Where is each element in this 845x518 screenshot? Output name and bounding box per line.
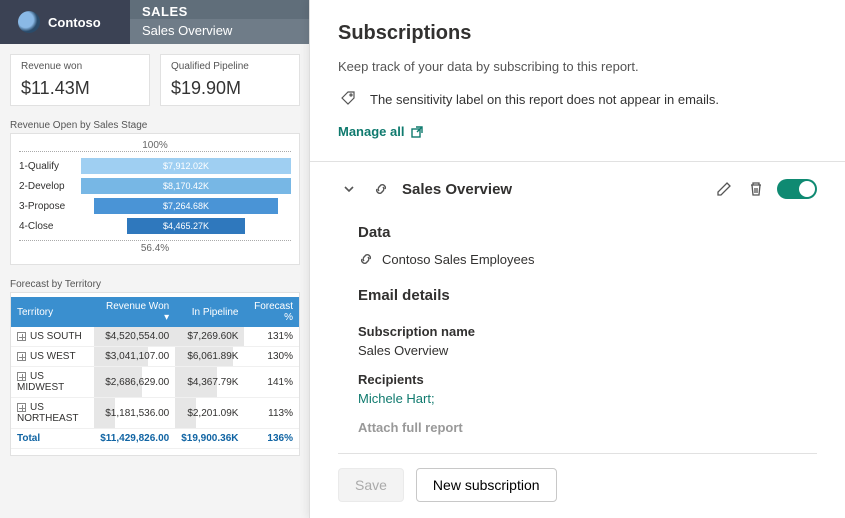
link-icon <box>358 251 374 267</box>
attach-label: Attach full report <box>358 420 817 435</box>
brand: Contoso <box>0 0 130 44</box>
data-value: Contoso Sales Employees <box>382 252 534 267</box>
sensitivity-text: The sensitivity label on this report doe… <box>370 92 719 107</box>
panel-subtitle: Keep track of your data by subscribing t… <box>338 59 817 74</box>
panel-title: Subscriptions <box>338 22 817 45</box>
subscription-title: Sales Overview <box>402 181 703 198</box>
expand-icon[interactable] <box>17 332 26 341</box>
enabled-toggle[interactable] <box>777 179 817 199</box>
stage-chart-title: Revenue Open by Sales Stage <box>10 116 300 133</box>
card-label: Revenue won <box>21 61 139 72</box>
bar-label: 3-Propose <box>19 201 75 212</box>
link-icon <box>370 178 392 200</box>
bar-row[interactable]: 2-Develop $8,170.42K <box>19 178 291 194</box>
card-value: $11.43M <box>21 78 139 99</box>
top-pct: 100% <box>19 140 291 152</box>
name-value: Sales Overview <box>358 343 817 358</box>
card-value: $19.90M <box>171 78 289 99</box>
brand-name: Contoso <box>48 15 101 30</box>
bar-row[interactable]: 4-Close $4,465.27K <box>19 218 291 234</box>
email-heading: Email details <box>358 287 817 304</box>
forecast-title: Forecast by Territory <box>10 275 300 292</box>
stage-chart[interactable]: 100% 1-Qualify $7,912.02K 2-Develop $8,17… <box>10 133 300 265</box>
column-header[interactable]: In Pipeline <box>175 297 244 327</box>
card-revenue-won[interactable]: Revenue won $11.43M <box>10 54 150 106</box>
card-label: Qualified Pipeline <box>171 61 289 72</box>
expand-icon[interactable] <box>17 403 26 412</box>
column-header[interactable]: Revenue Won ▾ <box>94 297 176 327</box>
name-label: Subscription name <box>358 324 817 339</box>
expand-icon[interactable] <box>17 372 26 381</box>
table-row[interactable]: US MIDWEST $2,686,629.00 $4,367.79K 141% <box>11 367 299 398</box>
bar-label: 4-Close <box>19 221 75 232</box>
card-pipeline[interactable]: Qualified Pipeline $19.90M <box>160 54 300 106</box>
data-heading: Data <box>358 224 817 241</box>
table-row[interactable]: US NORTHEAST $1,181,536.00 $2,201.09K 11… <box>11 398 299 429</box>
new-subscription-button[interactable]: New subscription <box>416 468 557 502</box>
chevron-down-icon[interactable] <box>338 178 360 200</box>
column-header[interactable]: Forecast % <box>244 297 299 327</box>
brand-logo <box>18 11 40 33</box>
column-header[interactable]: Territory <box>11 297 94 327</box>
bar-label: 1-Qualify <box>19 161 75 172</box>
recipients-label: Recipients <box>358 372 817 387</box>
edit-icon[interactable] <box>713 178 735 200</box>
expand-icon[interactable] <box>17 352 26 361</box>
manage-all-link[interactable]: Manage all <box>338 124 817 139</box>
tag-icon <box>338 88 360 110</box>
table-row[interactable]: US WEST $3,041,107.00 $6,061.89K 130% <box>11 347 299 367</box>
table-row[interactable]: US SOUTH $4,520,554.00 $7,269.60K 131% <box>11 327 299 347</box>
total-row: Total$11,429,826.00$19,900.36K136% <box>11 429 299 449</box>
forecast-table[interactable]: TerritoryRevenue Won ▾In PipelineForecas… <box>10 292 300 456</box>
open-external-icon <box>410 125 424 139</box>
subscriptions-panel: Subscriptions Keep track of your data by… <box>309 0 845 518</box>
save-button: Save <box>338 468 404 502</box>
bar-label: 2-Develop <box>19 181 75 192</box>
recipients-value[interactable]: Michele Hart; <box>358 391 817 406</box>
trash-icon[interactable] <box>745 178 767 200</box>
bottom-pct: 56.4% <box>19 240 291 254</box>
bar-row[interactable]: 1-Qualify $7,912.02K <box>19 158 291 174</box>
bar-row[interactable]: 3-Propose $7,264.68K <box>19 198 291 214</box>
manage-all-label: Manage all <box>338 124 404 139</box>
